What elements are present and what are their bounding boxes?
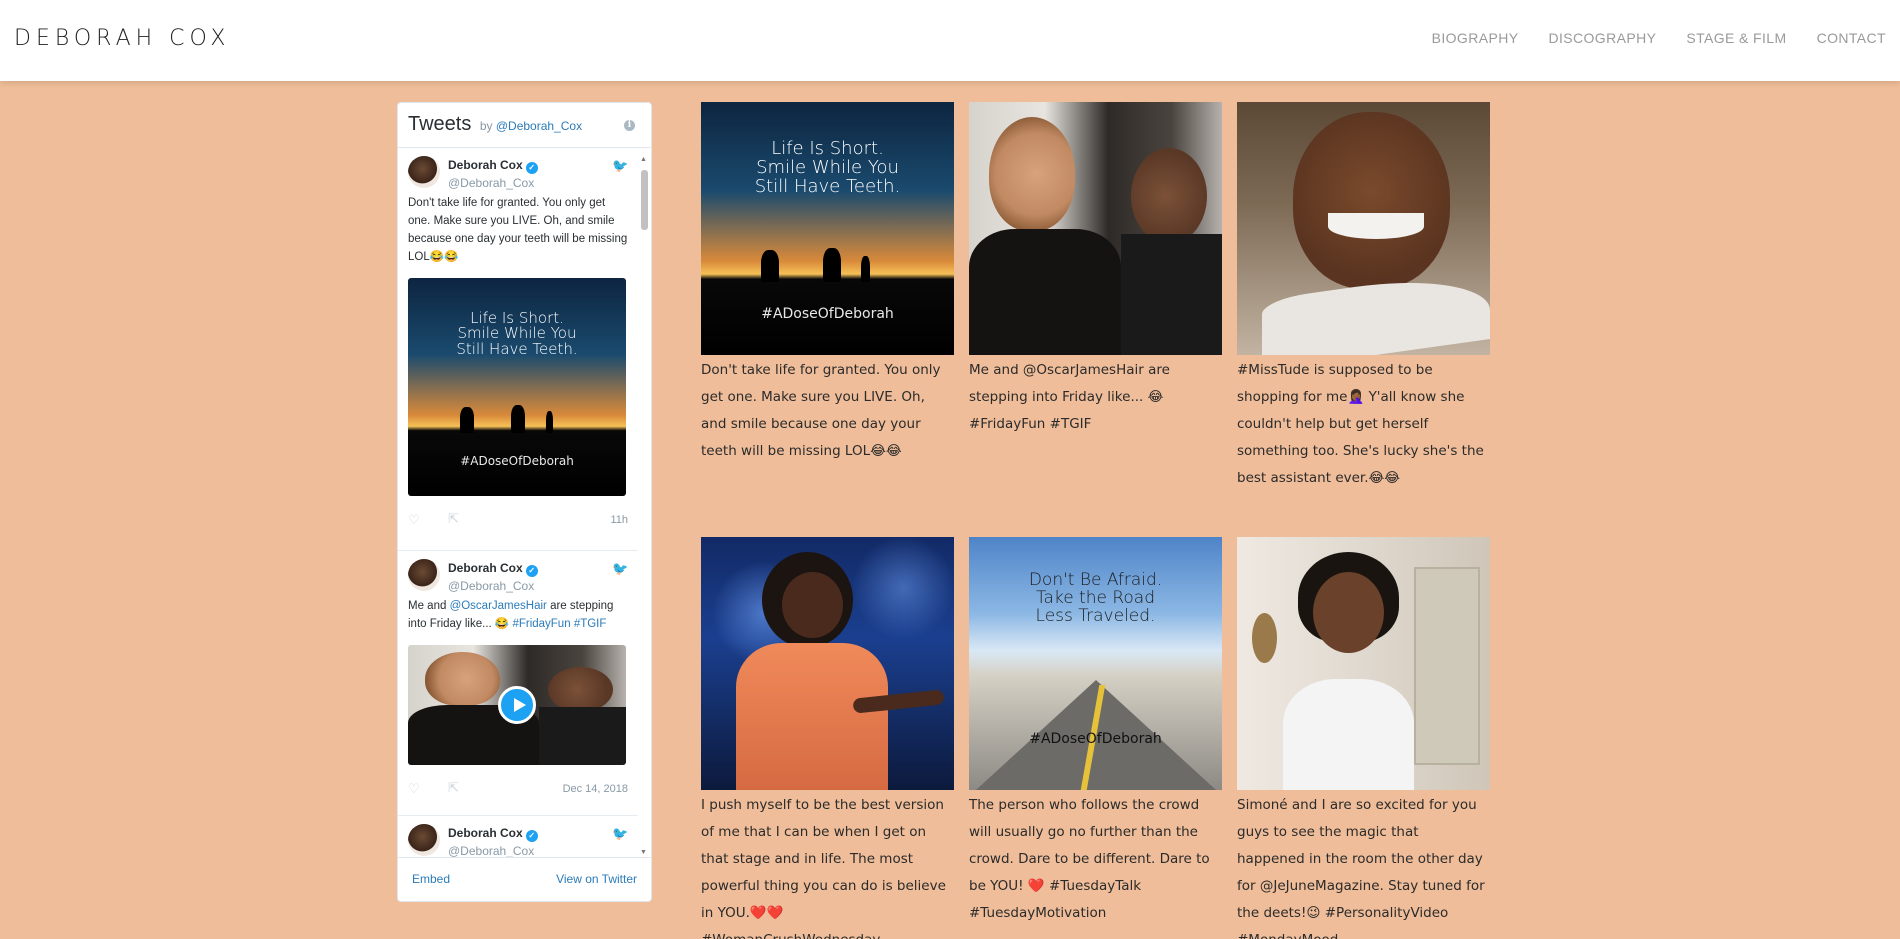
tweet-author-name[interactable]: Deborah Cox ✓ xyxy=(448,826,628,842)
nav-discography[interactable]: DISCOGRAPHY xyxy=(1548,30,1656,46)
feed-card[interactable]: Life Is Short. Smile While You Still Hav… xyxy=(701,102,954,465)
tweet-actions: ♡ ⇱ Dec 14, 2018 xyxy=(408,773,628,803)
heart-icon[interactable]: ♡ xyxy=(408,512,420,528)
play-icon[interactable] xyxy=(498,686,536,724)
widget-title: Tweets xyxy=(408,113,472,135)
silhouettes xyxy=(408,402,626,433)
tweet-actions: ♡ ⇱ 11h xyxy=(408,504,628,534)
site-header: DEBORAH COX BIOGRAPHY DISCOGRAPHY STAGE … xyxy=(0,0,1900,81)
widget-footer: Embed View on Twitter xyxy=(398,857,651,901)
media-text: Life Is Short. Smile While You Still Hav… xyxy=(456,308,578,359)
site-title[interactable]: DEBORAH COX xyxy=(14,26,231,51)
bird-icon[interactable]: 🐦 xyxy=(612,158,628,173)
tweet-author-handle[interactable]: @Deborah_Cox xyxy=(448,844,628,858)
image-hashtag: #ADoseOfDeborah xyxy=(761,306,894,323)
tweet-text: Me and @OscarJamesHair are stepping into… xyxy=(408,600,614,630)
avatar[interactable] xyxy=(408,156,440,188)
bird-icon[interactable]: 🐦 xyxy=(612,826,628,841)
share-icon[interactable]: ⇱ xyxy=(448,511,459,527)
tweet-time[interactable]: 11h xyxy=(610,514,628,526)
widget-header: Tweets by @Deborah_Cox i xyxy=(398,103,651,148)
nav-stage-film[interactable]: STAGE & FILM xyxy=(1686,30,1786,46)
feed-image[interactable] xyxy=(701,537,954,790)
feed-caption: Don't take life for granted. You only ge… xyxy=(701,362,941,459)
feed-card[interactable]: Simoné and I are so excited for you guys… xyxy=(1237,537,1490,939)
feed-image[interactable] xyxy=(1237,102,1490,355)
feed-image[interactable] xyxy=(969,102,1222,355)
widget-by: by @Deborah_Cox xyxy=(479,119,583,133)
tweet-user[interactable]: Deborah Cox ✓ @Deborah_Cox 🐦 xyxy=(408,816,628,858)
hashtag-link[interactable]: #FridayFun xyxy=(512,618,570,630)
feed-caption: Simoné and I are so excited for you guys… xyxy=(1237,797,1485,939)
tweet[interactable]: Deborah Cox ✓ @Deborah_Cox 🐦 Don't take l… xyxy=(398,148,638,551)
scroll-up-arrow[interactable]: ▲ xyxy=(640,156,647,163)
verified-icon: ✓ xyxy=(525,565,538,577)
main-nav: BIOGRAPHY DISCOGRAPHY STAGE & FILM CONTA… xyxy=(1432,30,1886,46)
feed-card[interactable]: I push myself to be the best version of … xyxy=(701,537,954,939)
hashtag-link[interactable]: #TGIF xyxy=(574,618,607,630)
feed-image[interactable]: Don't Be Afraid. Take the Road Less Trav… xyxy=(969,537,1222,790)
info-icon[interactable]: i xyxy=(624,120,635,131)
tweet-author-handle[interactable]: @Deborah_Cox xyxy=(448,176,628,190)
feed-card[interactable]: Me and @OscarJamesHair are stepping into… xyxy=(969,102,1222,438)
widget-scrollbar[interactable]: ▲ ▼ xyxy=(639,156,649,856)
feed-caption: #MissTude is supposed to be shopping for… xyxy=(1237,362,1484,486)
feed-caption: Me and @OscarJamesHair are stepping into… xyxy=(969,362,1170,432)
tweet[interactable]: Deborah Cox ✓ @Deborah_Cox 🐦 Me and @Osca… xyxy=(398,551,638,816)
tweet-media-image: Life Is Short. Smile While You Still Hav… xyxy=(408,278,626,496)
heart-icon[interactable]: ♡ xyxy=(408,781,420,797)
share-icon[interactable]: ⇱ xyxy=(448,780,459,796)
image-text: Life Is Short. Smile While You Still Hav… xyxy=(754,137,901,197)
feed-card[interactable]: Don't Be Afraid. Take the Road Less Trav… xyxy=(969,537,1222,927)
nav-contact[interactable]: CONTACT xyxy=(1817,30,1886,46)
widget-handle-link[interactable]: @Deborah_Cox xyxy=(496,119,582,133)
silhouettes xyxy=(701,246,954,282)
scrollbar-thumb[interactable] xyxy=(641,170,648,230)
verified-icon: ✓ xyxy=(525,162,538,174)
tweet-user[interactable]: Deborah Cox ✓ @Deborah_Cox 🐦 xyxy=(408,551,628,593)
twitter-timeline-widget: Tweets by @Deborah_Cox i Deborah Cox ✓ @D… xyxy=(397,102,652,902)
bird-icon[interactable]: 🐦 xyxy=(612,561,628,576)
widget-timeline[interactable]: Deborah Cox ✓ @Deborah_Cox 🐦 Don't take l… xyxy=(398,148,651,859)
view-on-twitter-link[interactable]: View on Twitter xyxy=(556,872,637,886)
mention-link[interactable]: @OscarJamesHair xyxy=(450,600,547,612)
tweet[interactable]: Deborah Cox ✓ @Deborah_Cox 🐦 xyxy=(398,816,638,859)
image-hashtag: #ADoseOfDeborah xyxy=(1029,731,1162,747)
tweet-author-handle[interactable]: @Deborah_Cox xyxy=(448,579,628,593)
feed-card[interactable]: #MissTude is supposed to be shopping for… xyxy=(1237,102,1490,492)
nav-biography[interactable]: BIOGRAPHY xyxy=(1432,30,1519,46)
feed-caption: I push myself to be the best version of … xyxy=(701,797,946,939)
embed-link[interactable]: Embed xyxy=(412,872,450,886)
avatar[interactable] xyxy=(408,824,440,856)
verified-icon: ✓ xyxy=(525,830,538,842)
feed-image[interactable]: Life Is Short. Smile While You Still Hav… xyxy=(701,102,954,355)
scroll-down-arrow[interactable]: ▼ xyxy=(640,849,647,856)
tweet-user[interactable]: Deborah Cox ✓ @Deborah_Cox 🐦 xyxy=(408,148,628,190)
tweet-media[interactable]: Life Is Short. Smile While You Still Hav… xyxy=(408,278,626,496)
image-text: Don't Be Afraid. Take the Road Less Trav… xyxy=(1028,570,1163,627)
tweet-time[interactable]: Dec 14, 2018 xyxy=(563,783,628,795)
avatar[interactable] xyxy=(408,559,440,591)
feed-caption: The person who follows the crowd will us… xyxy=(969,797,1210,921)
tweet-author-name[interactable]: Deborah Cox ✓ xyxy=(448,561,628,577)
tweet-author-name[interactable]: Deborah Cox ✓ xyxy=(448,158,628,174)
tweet-text: Don't take life for granted. You only ge… xyxy=(408,197,628,263)
media-hashtag: #ADoseOfDeborah xyxy=(460,453,574,468)
tweet-video[interactable] xyxy=(408,645,626,765)
feed-image[interactable] xyxy=(1237,537,1490,790)
